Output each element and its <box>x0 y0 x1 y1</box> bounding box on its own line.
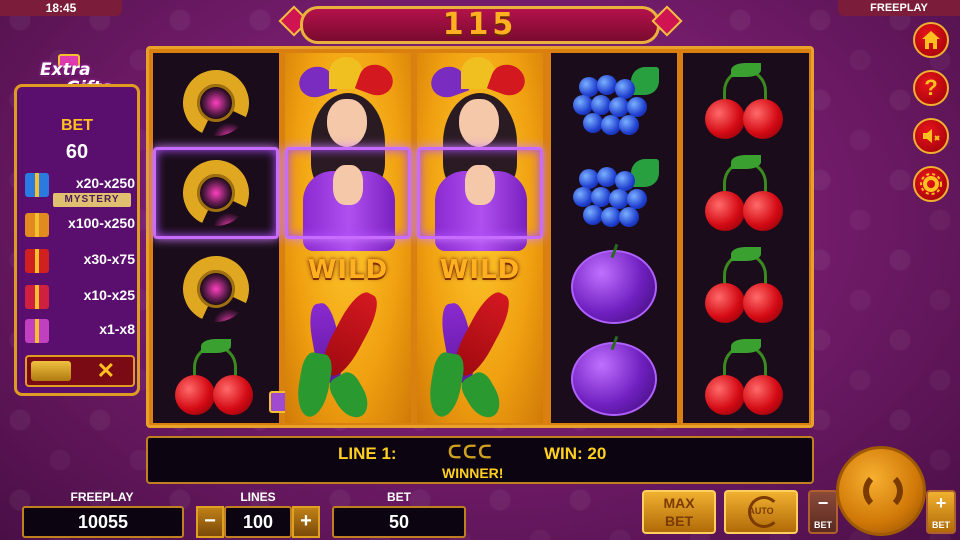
extra-gifts-toggle[interactable]: ✕ <box>25 355 135 387</box>
grapes-icon <box>569 159 659 231</box>
toggle-knob[interactable] <box>31 361 71 381</box>
settings-button[interactable] <box>913 166 949 202</box>
symbol-cherries <box>683 241 809 333</box>
help-button[interactable]: ? <box>913 70 949 106</box>
mode-label: FREEPLAY <box>838 0 960 16</box>
winner-label: WINNER! <box>442 465 504 481</box>
freeplay-balance: 10055 <box>22 506 184 538</box>
symbol-cherries <box>153 333 293 425</box>
cherries-icon <box>701 247 791 323</box>
sound-muted-icon <box>923 129 940 143</box>
home-button[interactable] <box>913 22 949 58</box>
lines-value: 100 <box>224 506 292 538</box>
max-bet-button[interactable]: MAX BET <box>642 490 716 534</box>
horseshoe-icon <box>173 150 259 236</box>
gifts-bet-label: BET <box>61 117 93 134</box>
symbol-grapes <box>551 149 677 241</box>
symbol-cherries <box>683 333 809 425</box>
jester-hat-icon <box>426 57 530 102</box>
highlight-frame <box>417 147 543 239</box>
gift-pink-icon <box>25 319 49 343</box>
lines-decrease-button[interactable]: − <box>196 506 224 538</box>
gifts-bet-value: 60 <box>65 141 89 163</box>
gear-icon <box>920 173 942 195</box>
plum-icon <box>571 250 657 324</box>
jester-hat-icon <box>294 57 398 102</box>
bet-increase-button[interactable]: + BET <box>926 490 956 534</box>
lines-label: LINES <box>240 490 276 504</box>
gift-row: x1-x8 <box>23 319 137 345</box>
reel-3: WILD <box>417 53 543 424</box>
help-icon: ? <box>924 75 938 100</box>
bet-label: BET <box>387 490 411 504</box>
symbol-horseshoe <box>153 57 279 149</box>
gift-red-icon <box>25 249 49 273</box>
reel-2: WILD <box>285 53 411 424</box>
cherries-icon <box>701 63 791 139</box>
spin-arrows-icon <box>863 471 903 511</box>
symbol-grapes <box>551 57 677 149</box>
symbol-plum <box>551 333 677 425</box>
bet-value: 50 <box>332 506 466 538</box>
sound-button[interactable] <box>913 118 949 154</box>
gift-row: x100-x250 <box>23 213 137 239</box>
win-amount-display: 115 <box>300 6 660 44</box>
horseshoe-icon <box>173 60 259 146</box>
gift-blue-icon <box>25 173 49 197</box>
line-label: LINE 1: <box>338 444 397 463</box>
wild-label: WILD <box>307 255 389 285</box>
reel-4 <box>551 53 677 423</box>
gift-row: x20-x250 MYSTERY <box>23 173 137 207</box>
symbol-cherries <box>683 149 809 241</box>
reels-area: WILD WILD <box>146 46 814 428</box>
win-info-bar: LINE 1: ᑕᑕᑕ WIN: 20 WINNER! <box>146 436 814 484</box>
cherries-icon <box>701 339 791 415</box>
symbol-horseshoe <box>153 243 279 335</box>
auto-spin-button[interactable]: AUTO <box>724 490 798 534</box>
extra-gifts-panel: BET 60 x20-x250 MYSTERY x100-x250 x30-x7… <box>14 84 140 396</box>
lines-increase-button[interactable]: + <box>292 506 320 538</box>
grapes-icon <box>569 67 659 139</box>
gift-row: x30-x75 <box>23 249 137 275</box>
horseshoe-icon <box>173 246 259 332</box>
symbol-plum <box>551 241 677 333</box>
clock: 18:45 <box>0 0 122 16</box>
plum-icon <box>571 342 657 416</box>
reel-5 <box>683 53 809 423</box>
reel-1 <box>153 53 293 425</box>
symbol-horseshoe-highlighted <box>153 147 279 239</box>
spin-button[interactable] <box>836 446 926 536</box>
close-icon[interactable]: ✕ <box>97 357 115 385</box>
bet-decrease-button[interactable]: − BET <box>808 490 838 534</box>
gift-orange-icon <box>25 213 49 237</box>
cherries-icon <box>701 155 791 231</box>
highlight-frame <box>285 147 411 239</box>
symbol-cherries <box>683 57 809 149</box>
gift-crimson-icon <box>25 285 49 309</box>
line-symbols: ᑕᑕᑕ <box>448 442 494 462</box>
freeplay-label: FREEPLAY <box>70 490 134 504</box>
line-win-label: WIN: 20 <box>544 444 607 463</box>
wild-label: WILD <box>439 255 521 285</box>
cherries-icon <box>171 339 293 415</box>
mystery-tag: MYSTERY <box>53 193 131 207</box>
home-icon <box>922 31 940 49</box>
gift-row: x10-x25 <box>23 285 137 311</box>
